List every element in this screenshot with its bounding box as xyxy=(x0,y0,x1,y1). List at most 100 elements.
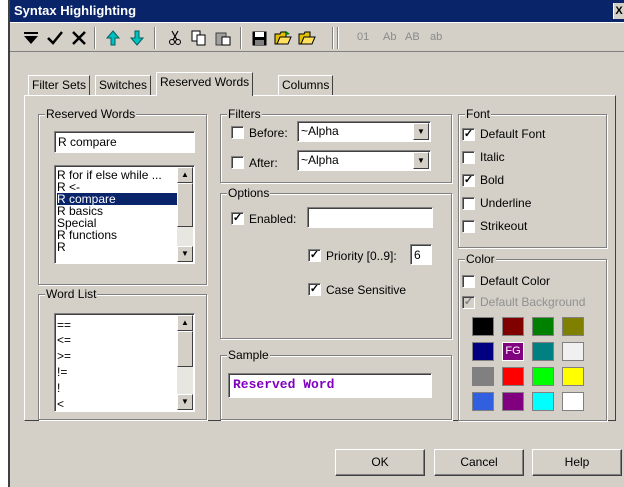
options-label: Options xyxy=(227,186,271,200)
dropdown-arrow-icon[interactable]: ▼ xyxy=(413,152,429,169)
color-swatch[interactable] xyxy=(472,392,494,411)
color-swatch[interactable] xyxy=(532,392,554,411)
before-filter-value: ~Alpha xyxy=(301,124,339,138)
menu-arrow-icon[interactable] xyxy=(20,27,42,49)
title-case-button[interactable]: Ab xyxy=(383,31,396,43)
reserved-words-label: Reserved Words xyxy=(45,107,137,121)
paste-icon[interactable] xyxy=(212,27,234,49)
color-swatch[interactable] xyxy=(502,367,524,386)
sample-label: Sample xyxy=(227,348,270,362)
dialog-window: Syntax Highlighting X 01 Ab AB ab Filter… xyxy=(8,0,624,487)
number-format-button[interactable]: 01 xyxy=(357,31,369,43)
folder-icon[interactable] xyxy=(296,27,318,49)
before-filter-select[interactable]: ~Alpha ▼ xyxy=(297,121,431,142)
after-checkbox[interactable] xyxy=(231,156,244,169)
help-button[interactable]: Help xyxy=(532,449,622,476)
reserved-word-name-value: R compare xyxy=(58,135,117,149)
enabled-checkbox[interactable]: ✓ xyxy=(231,212,244,225)
delete-icon[interactable] xyxy=(68,27,90,49)
enabled-input[interactable] xyxy=(307,207,433,228)
word-list[interactable]: == <= >= != ! < ▲ ▼ xyxy=(54,313,195,412)
color-swatch[interactable] xyxy=(562,367,584,386)
scroll-down-icon[interactable]: ▼ xyxy=(177,394,193,410)
color-swatch[interactable] xyxy=(472,367,494,386)
ok-button[interactable]: OK xyxy=(335,449,425,476)
after-filter-select[interactable]: ~Alpha ▼ xyxy=(297,150,431,171)
list-item[interactable]: == xyxy=(57,319,71,331)
color-swatch[interactable] xyxy=(532,342,554,361)
before-checkbox[interactable] xyxy=(231,126,244,139)
tab-switches[interactable]: Switches xyxy=(95,75,152,95)
fg-color-swatch[interactable]: FG xyxy=(502,342,524,361)
list-item[interactable]: != xyxy=(57,366,67,378)
priority-checkbox[interactable]: ✓ xyxy=(308,249,321,262)
color-swatch[interactable] xyxy=(532,317,554,336)
toolbar-separator xyxy=(332,27,334,49)
copy-icon[interactable] xyxy=(188,27,210,49)
list-item[interactable]: >= xyxy=(57,350,71,362)
scroll-up-icon[interactable]: ▲ xyxy=(177,315,193,331)
title-bar: Syntax Highlighting X xyxy=(10,0,624,22)
close-icon[interactable]: X xyxy=(613,3,624,19)
scroll-thumb[interactable] xyxy=(177,183,193,227)
toolbar-separator xyxy=(240,27,242,49)
default-font-label: Default Font xyxy=(480,127,546,141)
italic-label: Italic xyxy=(480,150,505,164)
after-filter-value: ~Alpha xyxy=(301,153,339,167)
underline-checkbox[interactable] xyxy=(462,197,475,210)
before-label: Before: xyxy=(249,126,288,140)
tab-reserved-words[interactable]: Reserved Words xyxy=(156,72,254,96)
default-background-label: Default Background xyxy=(480,295,586,309)
color-swatch[interactable] xyxy=(502,317,524,336)
scroll-up-icon[interactable]: ▲ xyxy=(177,167,193,183)
dropdown-arrow-icon[interactable]: ▼ xyxy=(413,123,429,140)
reserved-word-name-input[interactable]: R compare xyxy=(54,131,195,153)
strikeout-checkbox[interactable] xyxy=(462,220,475,233)
default-color-checkbox[interactable] xyxy=(462,275,475,288)
scroll-down-icon[interactable]: ▼ xyxy=(177,246,193,262)
cut-icon[interactable] xyxy=(164,27,186,49)
list-item[interactable]: ! xyxy=(57,382,60,394)
word-list-scrollbar[interactable]: ▲ ▼ xyxy=(177,315,193,410)
color-swatch[interactable] xyxy=(562,392,584,411)
italic-checkbox[interactable] xyxy=(462,151,475,164)
check-icon[interactable] xyxy=(44,27,66,49)
color-swatch[interactable] xyxy=(472,317,494,336)
list-item[interactable]: R xyxy=(57,241,66,253)
upper-case-button[interactable]: AB xyxy=(405,31,420,43)
bold-checkbox[interactable]: ✓ xyxy=(462,174,475,187)
move-down-icon[interactable] xyxy=(126,27,148,49)
open-folder-icon[interactable] xyxy=(272,27,294,49)
scroll-thumb[interactable] xyxy=(177,331,193,367)
color-swatch[interactable] xyxy=(532,367,554,386)
default-background-checkbox[interactable]: ✓ xyxy=(462,296,475,309)
priority-label: Priority [0..9]: xyxy=(326,249,397,263)
color-swatch[interactable] xyxy=(562,317,584,336)
default-font-checkbox[interactable]: ✓ xyxy=(462,128,475,141)
color-swatch[interactable] xyxy=(472,342,494,361)
toolbar: 01 Ab AB ab xyxy=(10,22,624,52)
toolbar-separator xyxy=(337,27,339,49)
list-item[interactable]: <= xyxy=(57,334,71,346)
toolbar-separator xyxy=(94,27,96,49)
bold-label: Bold xyxy=(480,173,505,187)
color-swatch[interactable] xyxy=(562,342,584,361)
list-item[interactable]: R functions xyxy=(57,229,117,241)
priority-input[interactable]: 6 xyxy=(410,244,432,265)
enabled-label: Enabled: xyxy=(249,212,297,226)
underline-label: Underline xyxy=(480,196,532,210)
color-swatch[interactable] xyxy=(502,392,524,411)
list-item[interactable]: < xyxy=(57,398,64,410)
priority-value: 6 xyxy=(414,248,421,262)
move-up-icon[interactable] xyxy=(102,27,124,49)
lower-case-button[interactable]: ab xyxy=(430,31,442,43)
case-sensitive-checkbox[interactable]: ✓ xyxy=(308,283,321,296)
reserved-words-scrollbar[interactable]: ▲ ▼ xyxy=(177,167,193,262)
tab-columns[interactable]: Columns xyxy=(278,75,334,95)
save-icon[interactable] xyxy=(248,27,270,49)
cancel-button[interactable]: Cancel xyxy=(434,449,524,476)
tab-filter-sets[interactable]: Filter Sets xyxy=(28,75,91,95)
case-sensitive-label: Case Sensitive xyxy=(326,283,407,297)
toolbar-separator xyxy=(154,27,156,49)
reserved-words-list[interactable]: R for if else while ... R <- R compare R… xyxy=(54,165,195,264)
